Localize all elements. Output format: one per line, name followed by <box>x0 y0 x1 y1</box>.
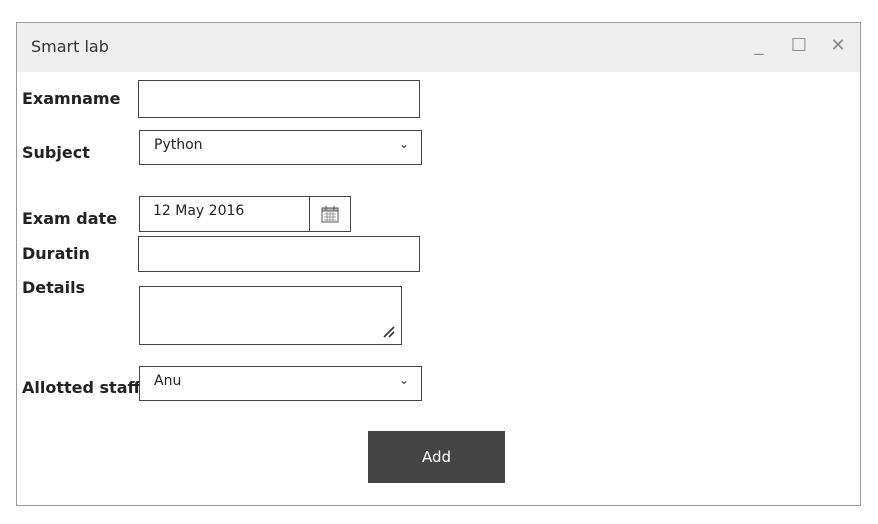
window-title: Smart lab <box>31 37 109 56</box>
app-window: Smart lab _ ☐ ✕ Examname Subject Python … <box>16 22 861 506</box>
maximize-button[interactable]: ☐ <box>788 35 810 57</box>
date-picker-button[interactable] <box>309 196 351 232</box>
title-bar: Smart lab _ ☐ ✕ <box>17 23 860 72</box>
exam-date-label: Exam date <box>22 209 118 228</box>
examname-input[interactable] <box>138 80 420 118</box>
minimize-button[interactable]: _ <box>748 35 770 57</box>
duration-label: Duratin <box>22 244 90 263</box>
duration-input[interactable] <box>138 236 420 272</box>
subject-label: Subject <box>22 143 90 162</box>
allotted-staff-selected-value: Anu <box>154 373 182 389</box>
subject-selected-value: Python <box>154 137 203 153</box>
details-textarea[interactable] <box>139 286 402 345</box>
calendar-icon <box>321 206 339 223</box>
chevron-down-icon: ⌄ <box>398 373 409 387</box>
add-button[interactable]: Add <box>368 431 505 483</box>
exam-date-input[interactable]: 12 May 2016 <box>139 196 310 232</box>
details-label: Details <box>22 278 86 297</box>
examname-label: Examname <box>22 89 121 108</box>
close-button[interactable]: ✕ <box>827 35 849 57</box>
allotted-staff-select[interactable]: Anu ⌄ <box>139 366 422 401</box>
resize-grip-icon[interactable] <box>381 324 395 338</box>
chevron-down-icon: ⌄ <box>398 137 409 151</box>
subject-select[interactable]: Python ⌄ <box>139 130 422 165</box>
exam-date-value: 12 May 2016 <box>153 203 245 219</box>
allotted-staff-label: Allotted staff <box>22 378 141 397</box>
